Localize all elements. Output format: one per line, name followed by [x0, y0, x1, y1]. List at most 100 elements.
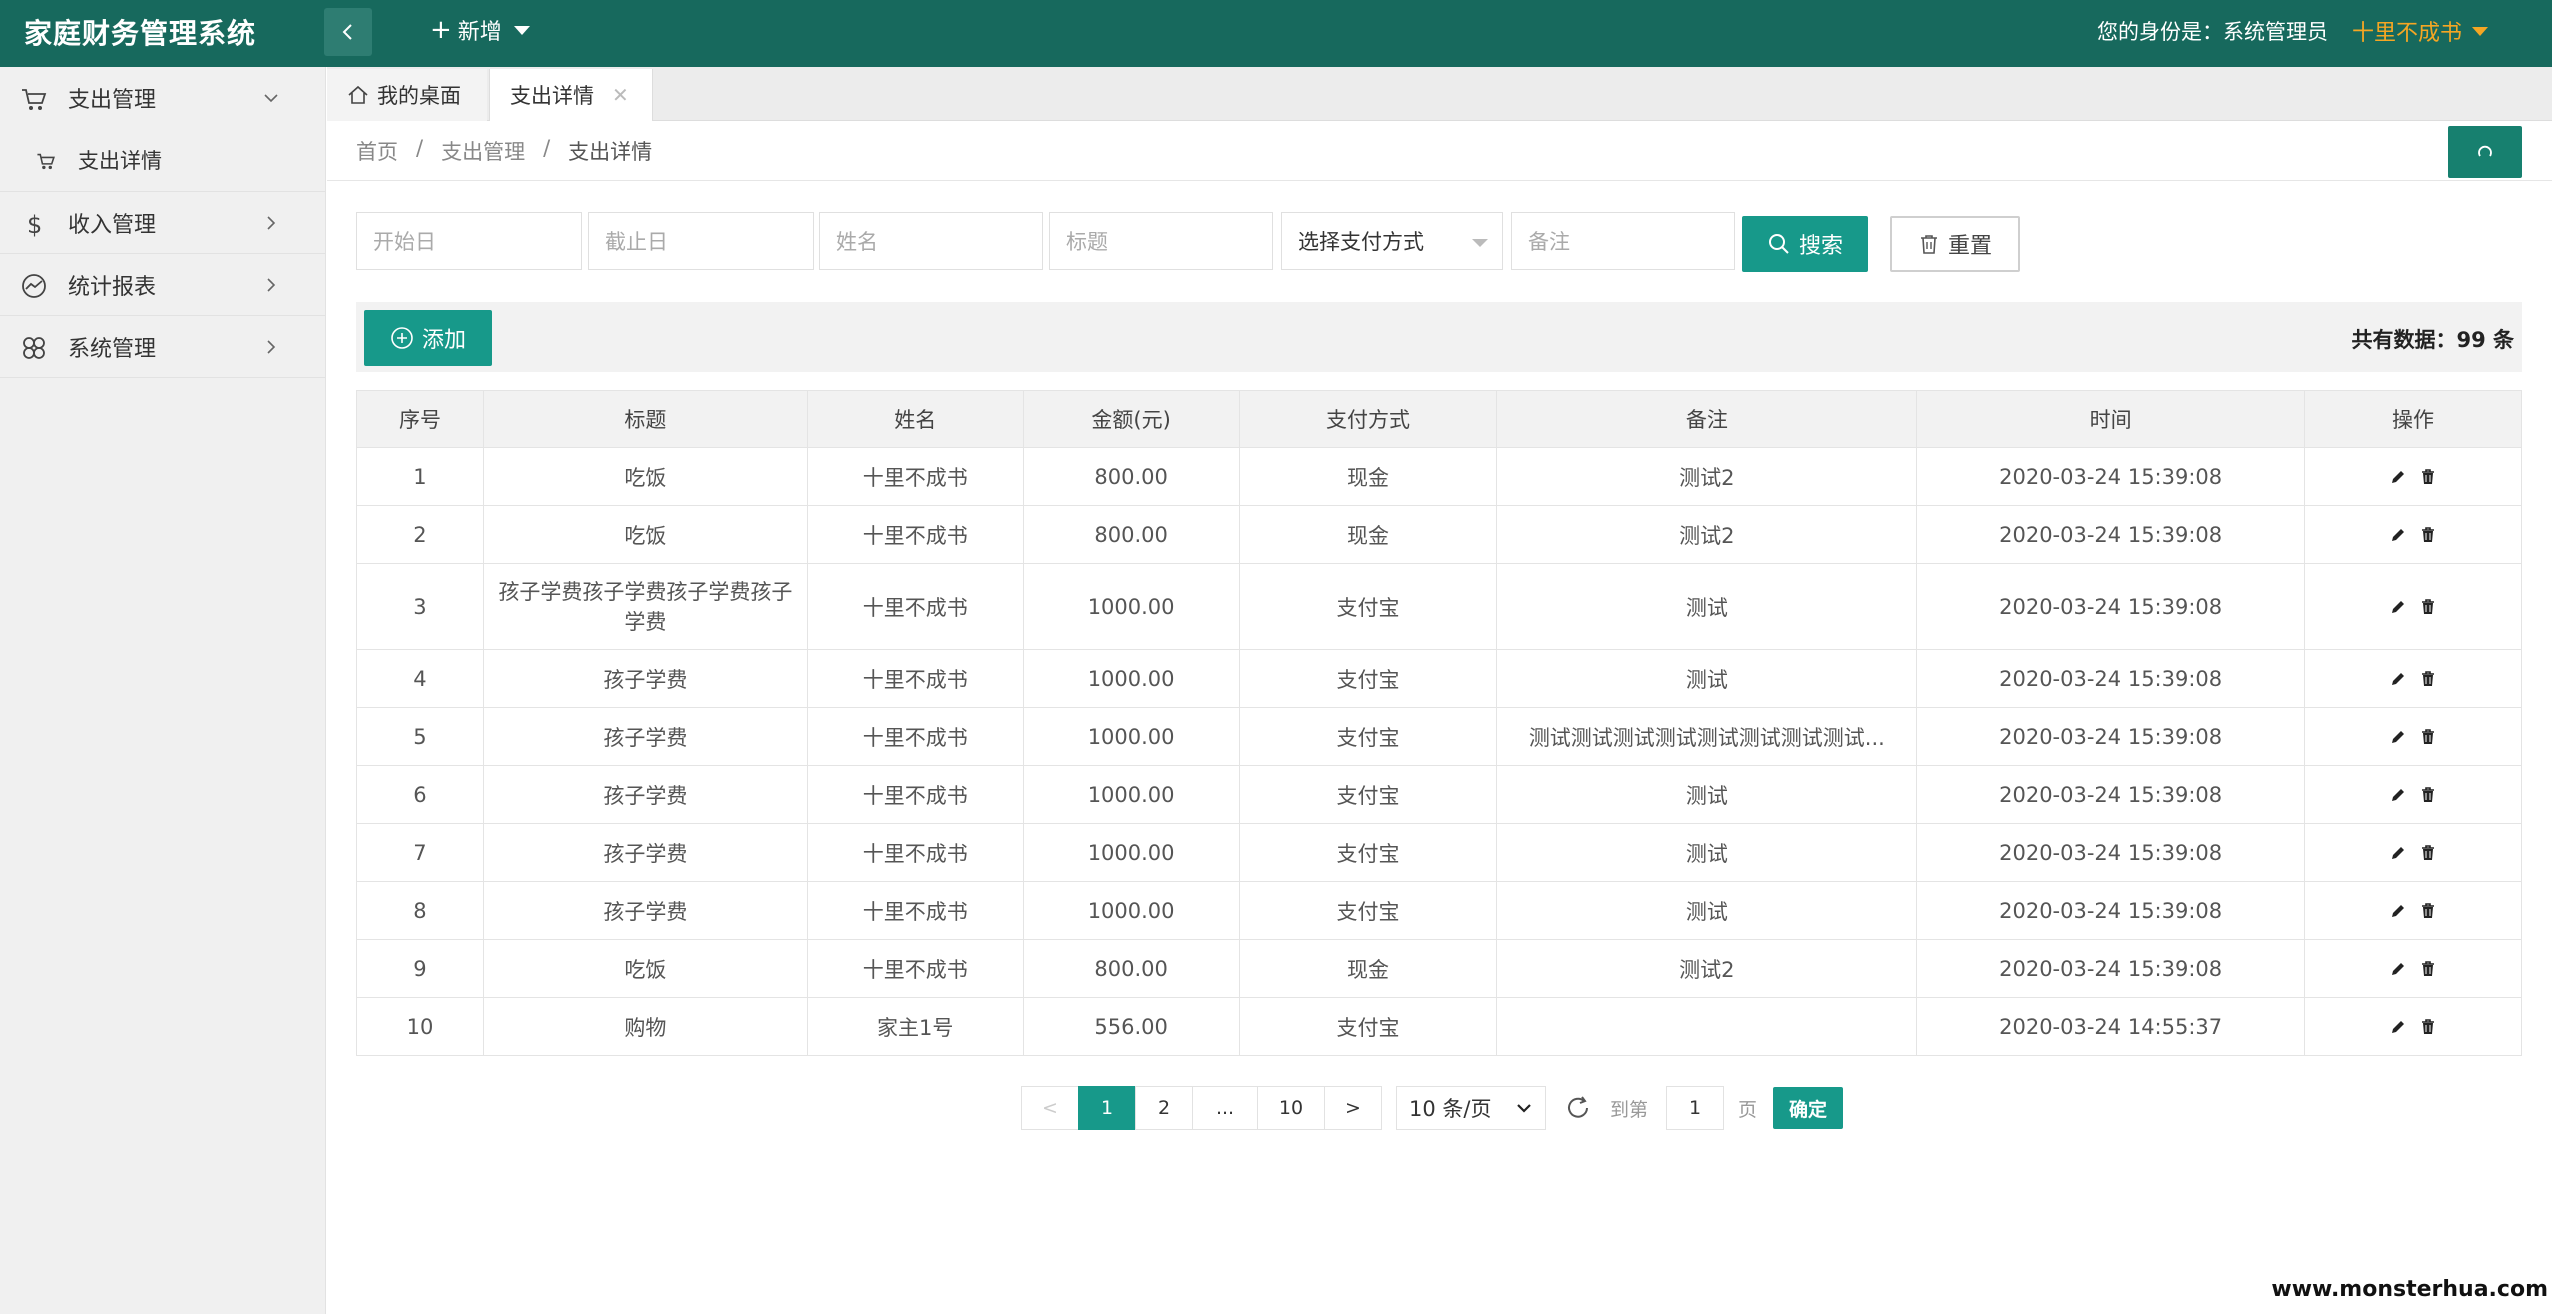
table-cell: 十里不成书 [806, 881, 1024, 940]
name-input[interactable]: 姓名 [819, 212, 1043, 270]
delete-trash-icon[interactable] [2419, 468, 2437, 486]
edit-pencil-icon[interactable] [2389, 960, 2407, 978]
trash-icon [1920, 235, 1937, 254]
remark-input[interactable]: 备注 [1511, 212, 1735, 270]
edit-pencil-icon[interactable] [2389, 468, 2407, 486]
close-icon[interactable]: ✕ [612, 83, 629, 107]
sidebar-item-label: 系统管理 [68, 336, 157, 362]
end-date-input[interactable]: 截止日 [588, 212, 814, 270]
delete-trash-icon[interactable] [2419, 844, 2437, 862]
delete-trash-icon[interactable] [2419, 598, 2437, 616]
row-actions [2304, 881, 2522, 940]
page-ellipsis: ... [1192, 1086, 1258, 1130]
delete-trash-icon[interactable] [2419, 728, 2437, 746]
start-date-input[interactable]: 开始日 [356, 212, 582, 270]
chevron-right-icon [267, 340, 276, 354]
edit-pencil-icon[interactable] [2389, 1018, 2407, 1036]
column-header: 标题 [482, 390, 808, 448]
table-cell: 吃饭 [482, 939, 808, 998]
goto-page-input[interactable]: 1 [1666, 1086, 1725, 1130]
column-header: 金额(元) [1022, 390, 1240, 448]
column-header: 支付方式 [1238, 390, 1498, 448]
sidebar-item-expense-detail[interactable]: 支出详情 [0, 129, 325, 191]
table-row: 9 吃饭 十里不成书 800.00 现金 测试2 2020-03-24 15:39:08 [356, 939, 2522, 998]
refresh-icon[interactable] [1564, 1094, 1592, 1122]
table-row: 8 孩子学费 十里不成书 1000.00 支付宝 测试 2020-03-24 15:39:0… [356, 881, 2522, 940]
edit-pencil-icon[interactable] [2389, 526, 2407, 544]
new-menu-label: 新增 [457, 20, 502, 45]
delete-trash-icon[interactable] [2419, 902, 2437, 920]
table-cell: 7 [356, 823, 484, 882]
table-row: 1 吃饭 十里不成书 800.00 现金 测试2 2020-03-24 15:39:08 [356, 447, 2522, 506]
table-cell: 支付宝 [1238, 707, 1498, 766]
search-button[interactable]: 搜索 [1742, 216, 1868, 272]
prev-page-button[interactable]: < [1021, 1086, 1079, 1130]
edit-pencil-icon[interactable] [2389, 844, 2407, 862]
chevron-left-icon [342, 24, 352, 40]
identity-label: 您的身份是：系统管理员 [2097, 20, 2328, 44]
table-cell: 6 [356, 765, 484, 824]
edit-pencil-icon[interactable] [2389, 598, 2407, 616]
edit-pencil-icon[interactable] [2389, 902, 2407, 920]
edit-pencil-icon[interactable] [2389, 670, 2407, 688]
refresh-icon [2478, 145, 2492, 157]
column-header: 时间 [1916, 390, 2306, 448]
table-row: 7 孩子学费 十里不成书 1000.00 支付宝 测试 2020-03-24 15:39:0… [356, 823, 2522, 882]
row-actions [2304, 707, 2522, 766]
plus-circle-icon [391, 327, 413, 349]
table-cell: 测试 [1496, 881, 1918, 940]
breadcrumb-item[interactable]: 支出管理 [441, 136, 525, 166]
table-cell: 2020-03-24 15:39:08 [1916, 563, 2306, 650]
sidebar-item-system[interactable]: 系统管理 [0, 316, 325, 378]
delete-trash-icon[interactable] [2419, 1018, 2437, 1036]
table-cell: 十里不成书 [806, 823, 1024, 882]
sidebar-item-report[interactable]: 统计报表 [0, 254, 325, 316]
table-cell: 2020-03-24 15:39:08 [1916, 939, 2306, 998]
breadcrumb-item[interactable]: 首页 [356, 136, 398, 166]
cart-icon [37, 153, 55, 170]
row-actions [2304, 505, 2522, 564]
tab-expense-detail[interactable]: 支出详情 ✕ [489, 69, 653, 121]
sidebar-item-expense[interactable]: 支出管理 [0, 67, 325, 129]
table-cell: 孩子学费孩子学费孩子学费孩子学费 [482, 563, 808, 650]
edit-pencil-icon[interactable] [2389, 728, 2407, 746]
table-cell: 1 [356, 447, 484, 506]
sidebar-item-income[interactable]: $ 收入管理 [0, 192, 325, 254]
row-actions [2304, 447, 2522, 506]
new-menu[interactable]: + 新增 [430, 14, 530, 46]
page-button-current[interactable]: 1 [1078, 1086, 1136, 1130]
add-button-label: 添加 [421, 328, 466, 353]
tab-home[interactable]: 我的桌面 [327, 69, 487, 121]
delete-trash-icon[interactable] [2419, 526, 2437, 544]
per-page-select[interactable]: 10 条/页 [1396, 1086, 1546, 1130]
pay-method-select[interactable]: 选择支付方式 [1281, 212, 1503, 270]
top-header: 家庭财务管理系统 + 新增 您的身份是：系统管理员 十里不成书 [0, 0, 2552, 67]
page-button[interactable]: 2 [1135, 1086, 1193, 1130]
column-header: 备注 [1496, 390, 1918, 448]
add-button[interactable]: 添加 [364, 310, 492, 366]
breadcrumb-separator: / [416, 136, 424, 160]
title-input[interactable]: 标题 [1049, 212, 1273, 270]
sidebar-collapse-button[interactable] [324, 8, 372, 56]
table-cell: 十里不成书 [806, 765, 1024, 824]
page-refresh-button[interactable] [2448, 126, 2522, 178]
edit-pencil-icon[interactable] [2389, 786, 2407, 804]
confirm-button[interactable]: 确定 [1773, 1087, 1844, 1129]
reset-button[interactable]: 重置 [1890, 216, 2020, 272]
delete-trash-icon[interactable] [2419, 670, 2437, 688]
table-row: 3 孩子学费孩子学费孩子学费孩子学费 十里不成书 1000.00 支付宝 测试 2020-0… [356, 563, 2522, 650]
expense-table: 序号 标题 姓名 金额(元) 支付方式 备注 时间 操作 1 吃饭 十里不成书 800… [356, 390, 2522, 1056]
delete-trash-icon[interactable] [2419, 960, 2437, 978]
table-cell: 2020-03-24 15:39:08 [1916, 881, 2306, 940]
delete-trash-icon[interactable] [2419, 786, 2437, 804]
row-actions [2304, 765, 2522, 824]
watermark: www.monsterhua.com [2271, 1277, 2548, 1302]
table-row: 10 购物 家主1号 556.00 支付宝 2020-03-24 14:55:37 [356, 997, 2522, 1056]
table-toolbar: 添加 共有数据：99 条 [356, 302, 2522, 372]
next-page-button[interactable]: > [1324, 1086, 1382, 1130]
table-cell: 孩子学费 [482, 707, 808, 766]
page-button[interactable]: 10 [1257, 1086, 1325, 1130]
table-cell: 8 [356, 881, 484, 940]
user-menu[interactable]: 十里不成书 [2352, 15, 2488, 47]
table-cell: 测试测试测试测试测试测试测试测试... [1496, 707, 1918, 766]
